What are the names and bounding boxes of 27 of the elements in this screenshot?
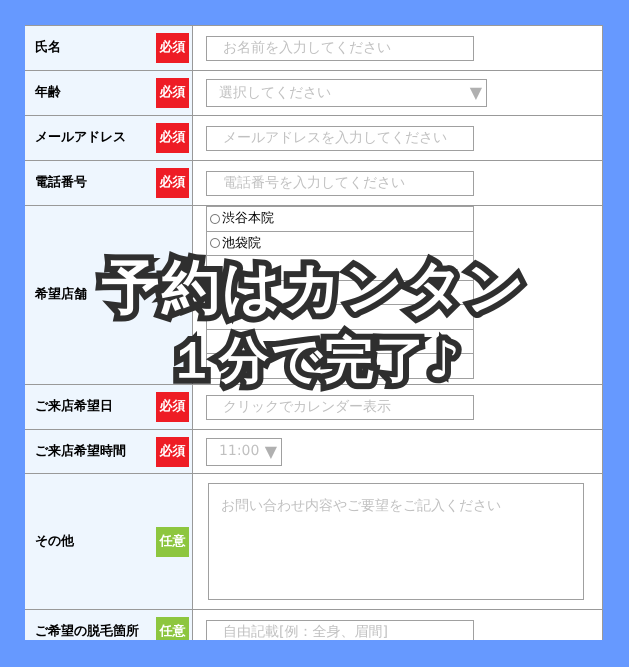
badge: 任意 <box>156 617 189 640</box>
field-label: 希望店舗 <box>35 286 87 304</box>
field-label: 氏名 <box>35 38 61 58</box>
badge: 必須 <box>156 168 189 198</box>
input-field[interactable]: 電話番号を入力してください <box>206 170 474 196</box>
radio-icon <box>210 238 220 248</box>
input-field[interactable]: クリックでカレンダー表示 <box>206 394 474 420</box>
headline-text: １分で完了♪ <box>159 326 470 394</box>
input-field[interactable]: お名前を入力してください <box>206 36 474 60</box>
badge: 必須 <box>156 392 189 422</box>
badge: 必須 <box>156 78 189 108</box>
field-label: メールアドレス <box>35 129 126 148</box>
field-label: ご希望の脱毛箇所 <box>35 622 139 640</box>
badge: 任意 <box>156 526 189 556</box>
input-field[interactable]: メールアドレスを入力してください <box>206 126 474 150</box>
field-label: ご来店希望時間 <box>35 442 126 461</box>
badge: 必須 <box>156 436 189 466</box>
field-label: その他 <box>35 532 74 551</box>
input-field[interactable]: 自由記載[例：全身、眉間] <box>206 620 474 640</box>
field-label: 電話番号 <box>35 174 87 192</box>
badge: 必須 <box>156 33 189 63</box>
radio-option[interactable]: 渋谷本院 <box>206 206 474 232</box>
radio-icon <box>210 214 220 224</box>
field-label: ご来店希望日 <box>35 398 113 416</box>
textarea-field[interactable]: お問い合わせ内容やご要望をご記入ください <box>208 483 584 600</box>
field-label: 年齢 <box>35 84 61 102</box>
badge: 必須 <box>156 123 189 153</box>
